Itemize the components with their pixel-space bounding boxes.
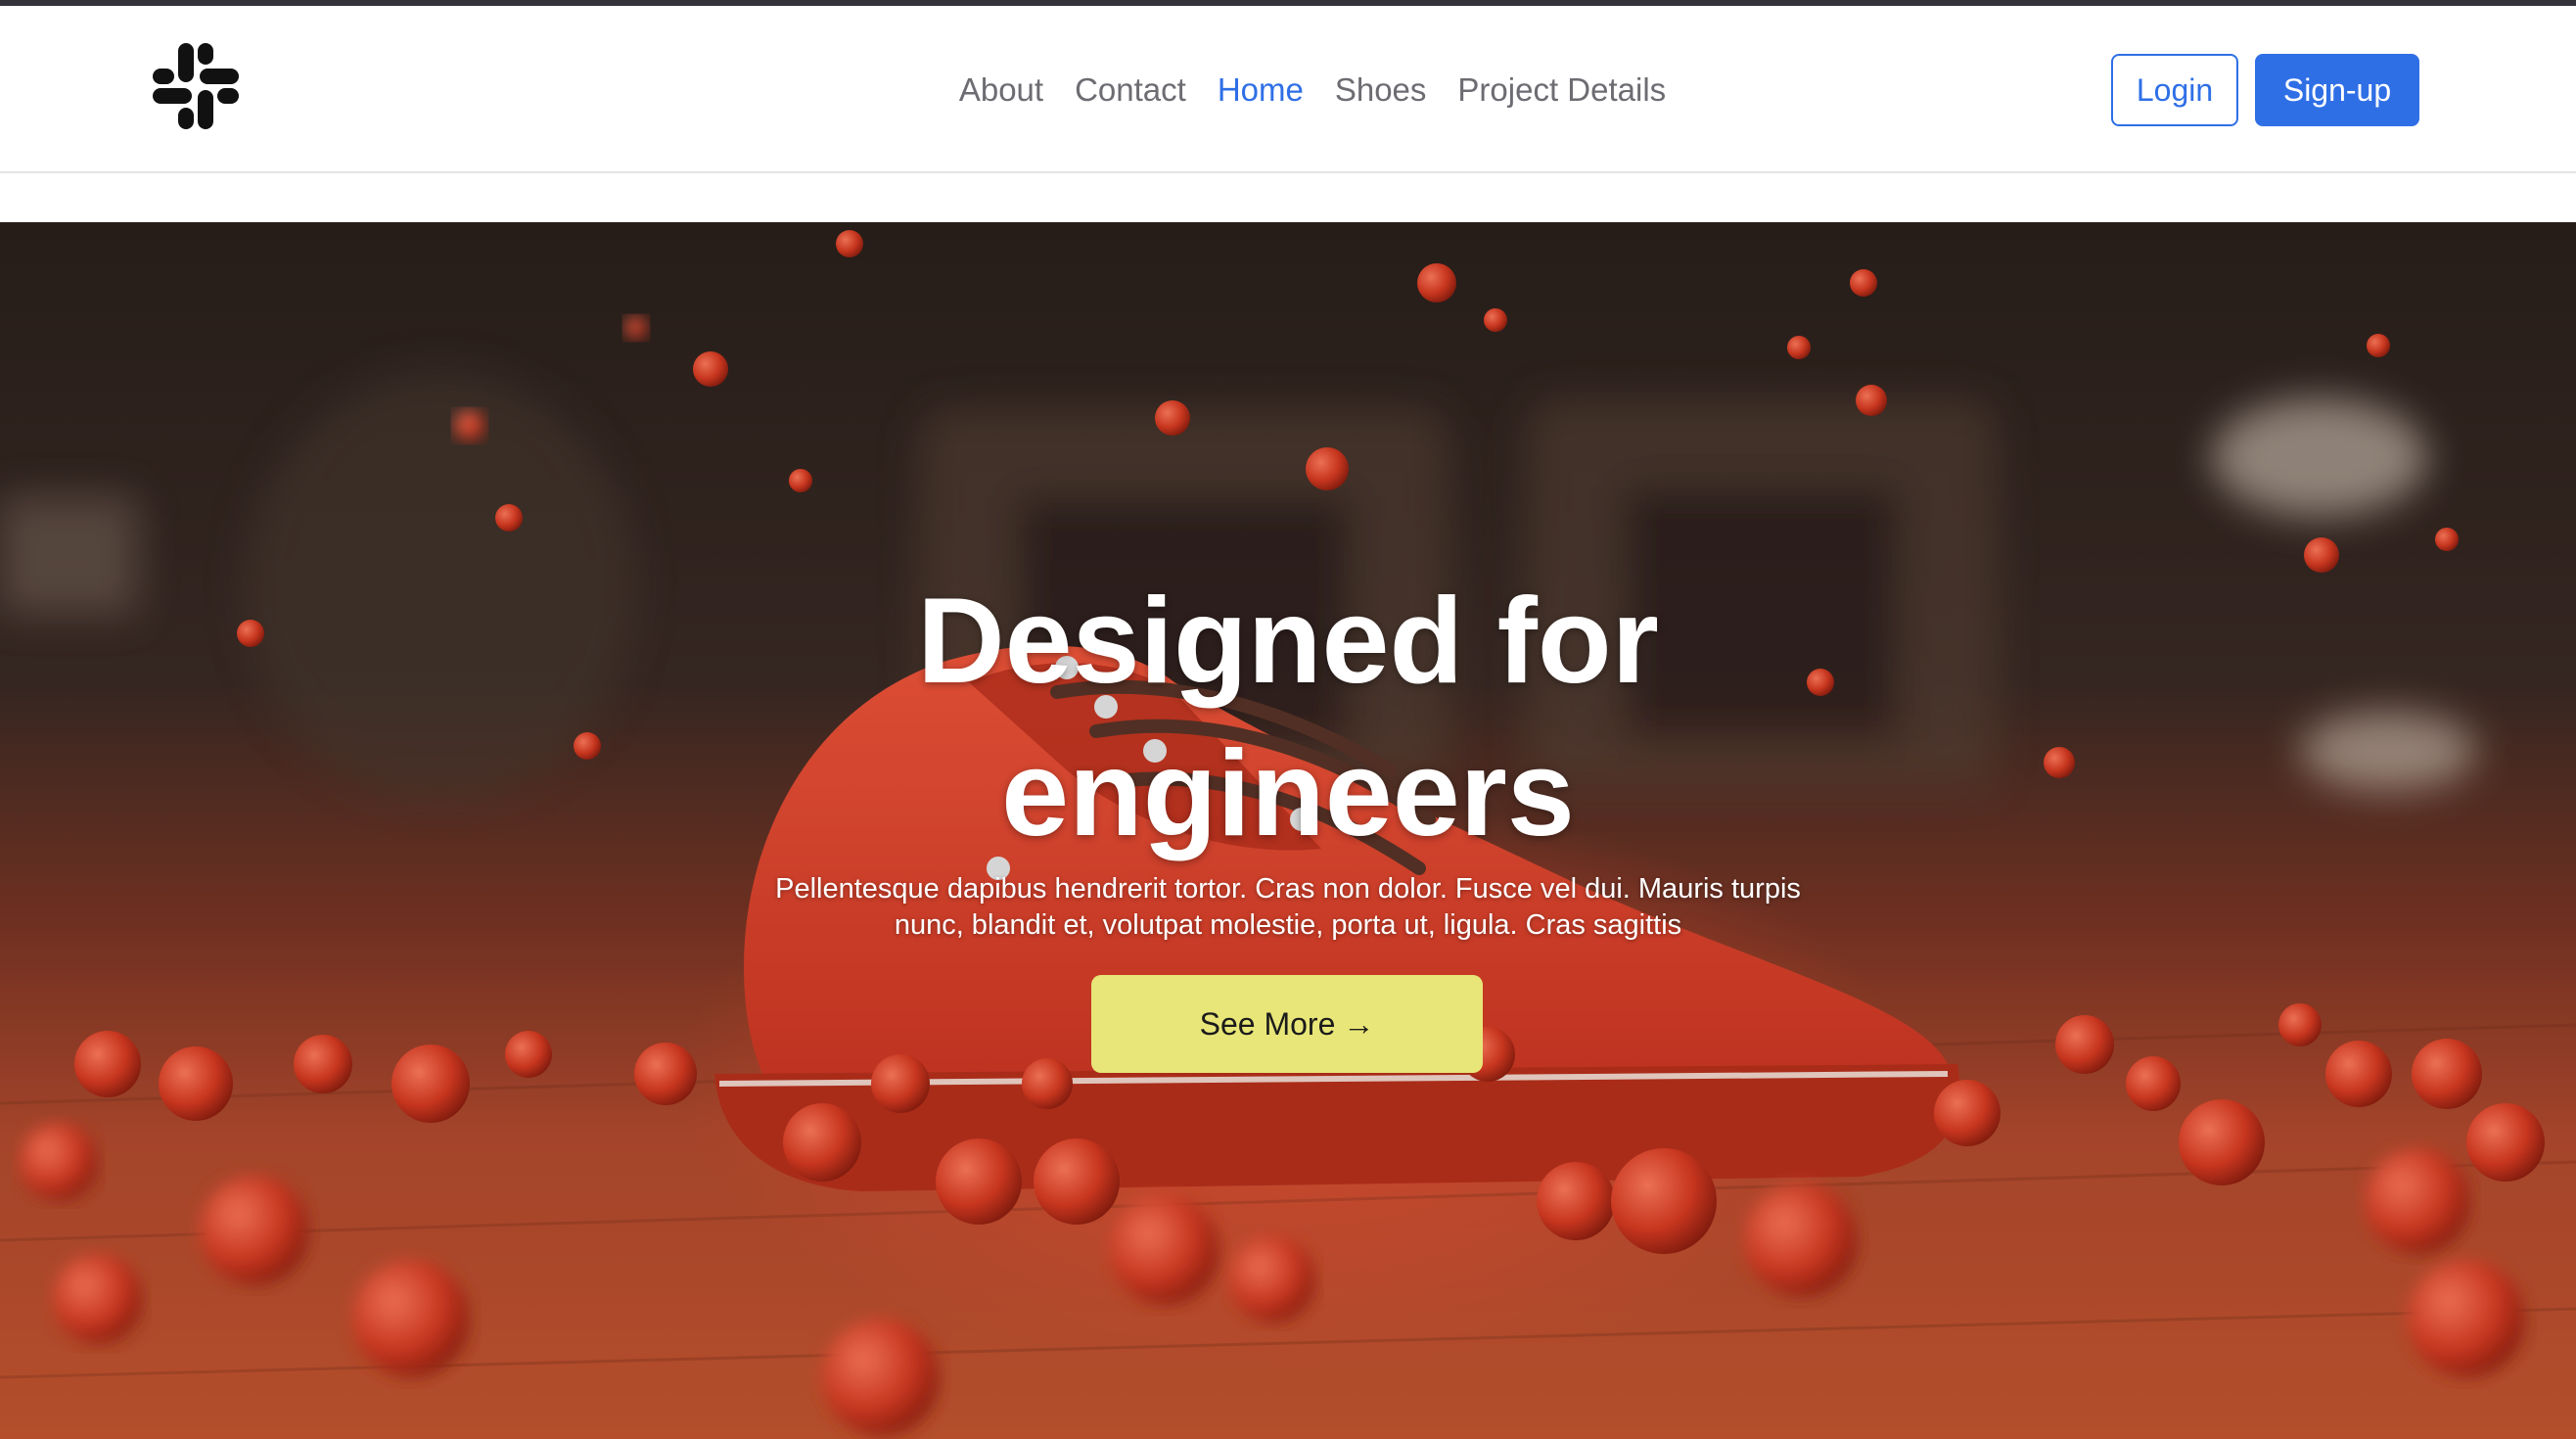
arrow-right-icon: → [1343, 1005, 1375, 1042]
nav-link-about[interactable]: About [959, 71, 1043, 109]
navbar: About Contact Home Shoes Project Details… [0, 6, 2576, 173]
hero-title: Designed for engineers [0, 565, 2576, 870]
hero-title-line-2: engineers [1001, 726, 1575, 861]
hero-section: Designed for engineers Pellentesque dapi… [0, 222, 2576, 1439]
brand-logo-icon[interactable] [153, 43, 239, 129]
login-button[interactable]: Login [2111, 54, 2238, 126]
nav-link-home[interactable]: Home [1218, 71, 1304, 109]
nav-link-project-details[interactable]: Project Details [1457, 71, 1666, 109]
signup-button[interactable]: Sign-up [2255, 54, 2419, 126]
see-more-label: See More [1199, 1005, 1336, 1042]
hero-title-line-1: Designed for [917, 574, 1659, 709]
hero-subtitle: Pellentesque dapibus hendrerit tortor. C… [775, 873, 1801, 941]
see-more-button[interactable]: See More → [1091, 975, 1483, 1073]
nav-link-shoes[interactable]: Shoes [1335, 71, 1427, 109]
nav-link-contact[interactable]: Contact [1075, 71, 1186, 109]
